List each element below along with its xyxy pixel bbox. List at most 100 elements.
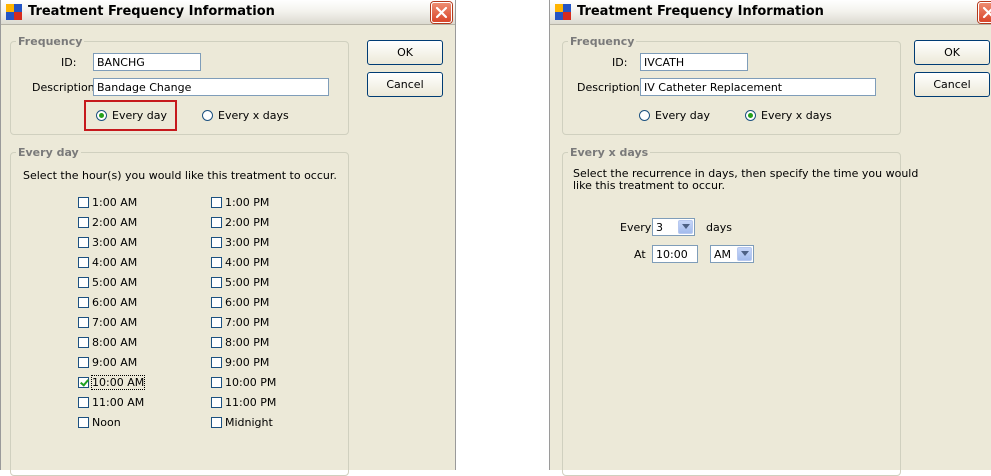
hour-label: 7:00 PM [225, 316, 270, 329]
hour-checkbox-4-00-pm[interactable]: 4:00 PM [211, 256, 269, 269]
cancel-button[interactable]: Cancel [367, 72, 443, 97]
every-x-days-group-title: Every x days [570, 146, 649, 159]
hour-label: 9:00 AM [92, 356, 138, 369]
every-day-group: Every day [10, 146, 349, 476]
hour-checkbox-1-00-am[interactable]: 1:00 AM [78, 196, 137, 209]
hour-checkbox-6-00-am[interactable]: 6:00 AM [78, 296, 137, 309]
close-button[interactable] [431, 2, 452, 23]
hour-label: 3:00 AM [92, 236, 138, 249]
checkbox-empty-icon [78, 237, 89, 248]
hour-label: 11:00 PM [225, 396, 277, 409]
hour-checkbox-midnight[interactable]: Midnight [211, 416, 273, 429]
hour-checkbox-10-00-pm[interactable]: 10:00 PM [211, 376, 276, 389]
checkbox-empty-icon [211, 237, 222, 248]
id-input[interactable] [640, 53, 748, 71]
every-day-group-title: Every day [18, 146, 79, 159]
hour-label: 4:00 AM [92, 256, 138, 269]
title-bar[interactable]: Treatment Frequency Information [1, 0, 455, 25]
close-icon [982, 6, 991, 19]
hour-label: 11:00 AM [92, 396, 145, 409]
hour-label: 4:00 PM [225, 256, 270, 269]
hour-label: 1:00 AM [92, 196, 138, 209]
hour-label: 1:00 PM [225, 196, 270, 209]
every-x-days-radio[interactable]: Every x days [202, 109, 289, 122]
hour-label: 10:00 PM [225, 376, 277, 389]
hour-checkbox-1-00-pm[interactable]: 1:00 PM [211, 196, 269, 209]
title-bar[interactable]: Treatment Frequency Information [550, 0, 991, 25]
hour-checkbox-9-00-pm[interactable]: 9:00 PM [211, 356, 269, 369]
every-x-days-radio[interactable]: Every x days [745, 109, 832, 122]
checkbox-empty-icon [78, 257, 89, 268]
every-x-days-radio-label: Every x days [761, 109, 832, 122]
radio-selected-indicator [745, 110, 756, 121]
checkbox-empty-icon [78, 397, 89, 408]
time-input[interactable] [652, 245, 698, 263]
every-x-days-instruction-line2: like this treatment to occur. [573, 179, 725, 192]
app-icon [555, 4, 571, 20]
hour-label: 10:00 AM [90, 375, 146, 390]
hour-checkbox-8-00-am[interactable]: 8:00 AM [78, 336, 137, 349]
hour-label: Noon [92, 416, 121, 429]
hour-label: 2:00 PM [225, 216, 270, 229]
checkbox-empty-icon [78, 417, 89, 428]
checkbox-empty-icon [78, 357, 89, 368]
checkbox-checked-icon [78, 377, 89, 388]
dropdown-arrow-icon[interactable] [737, 247, 752, 261]
every-day-radio[interactable]: Every day [639, 109, 710, 122]
every-day-radio[interactable]: Every day [96, 109, 167, 122]
description-input[interactable] [640, 78, 876, 96]
radio-unselected-indicator [639, 110, 650, 121]
treatment-frequency-dialog-everyday: Treatment Frequency Information Frequenc… [0, 0, 456, 476]
hour-checkbox-noon[interactable]: Noon [78, 416, 121, 429]
radio-selected-indicator [96, 110, 107, 121]
ampm-select[interactable]: AM [710, 245, 754, 263]
description-input[interactable] [93, 78, 329, 96]
hour-checkbox-7-00-am[interactable]: 7:00 AM [78, 316, 137, 329]
hour-checkbox-4-00-am[interactable]: 4:00 AM [78, 256, 137, 269]
hour-checkbox-11-00-am[interactable]: 11:00 AM [78, 396, 144, 409]
description-label: Description: [577, 81, 644, 94]
hour-checkbox-6-00-pm[interactable]: 6:00 PM [211, 296, 269, 309]
app-icon [6, 4, 22, 20]
hour-checkbox-11-00-pm[interactable]: 11:00 PM [211, 396, 276, 409]
every-days-select[interactable]: 3 [652, 218, 695, 236]
checkbox-empty-icon [211, 337, 222, 348]
treatment-frequency-dialog-every-x-days: Treatment Frequency Information Frequenc… [549, 0, 991, 476]
every-x-days-radio-label: Every x days [218, 109, 289, 122]
checkbox-empty-icon [211, 397, 222, 408]
cancel-button[interactable]: Cancel [914, 72, 990, 97]
hour-checkbox-9-00-am[interactable]: 9:00 AM [78, 356, 137, 369]
hour-checkbox-3-00-am[interactable]: 3:00 AM [78, 236, 137, 249]
hour-checkbox-7-00-pm[interactable]: 7:00 PM [211, 316, 269, 329]
hour-label: 5:00 AM [92, 276, 138, 289]
hour-checkbox-2-00-am[interactable]: 2:00 AM [78, 216, 137, 229]
hour-checkbox-2-00-pm[interactable]: 2:00 PM [211, 216, 269, 229]
hour-checkbox-5-00-pm[interactable]: 5:00 PM [211, 276, 269, 289]
every-x-days-group: Every x days [562, 146, 901, 476]
close-button[interactable] [978, 2, 991, 23]
checkbox-empty-icon [211, 197, 222, 208]
checkbox-empty-icon [211, 357, 222, 368]
ok-button[interactable]: OK [914, 40, 990, 65]
frequency-group-title: Frequency [18, 35, 83, 48]
every-day-radio-label: Every day [655, 109, 710, 122]
checkbox-empty-icon [211, 417, 222, 428]
dropdown-arrow-icon[interactable] [678, 220, 693, 234]
hour-checkbox-10-00-am[interactable]: 10:00 AM [78, 375, 146, 390]
dialog-title: Treatment Frequency Information [577, 4, 824, 19]
dialog-title: Treatment Frequency Information [28, 4, 275, 19]
every-day-radio-label: Every day [112, 109, 167, 122]
hour-label: 8:00 AM [92, 336, 138, 349]
every-label: Every [620, 221, 652, 234]
days-label: days [706, 221, 732, 234]
checkbox-empty-icon [211, 317, 222, 328]
hour-checkbox-8-00-pm[interactable]: 8:00 PM [211, 336, 269, 349]
id-input[interactable] [93, 53, 201, 71]
hour-checkbox-3-00-pm[interactable]: 3:00 PM [211, 236, 269, 249]
description-label: Description: [32, 81, 99, 94]
hour-label: 8:00 PM [225, 336, 270, 349]
every-days-value: 3 [656, 221, 663, 234]
ok-button[interactable]: OK [367, 40, 443, 65]
checkbox-empty-icon [211, 377, 222, 388]
hour-checkbox-5-00-am[interactable]: 5:00 AM [78, 276, 137, 289]
